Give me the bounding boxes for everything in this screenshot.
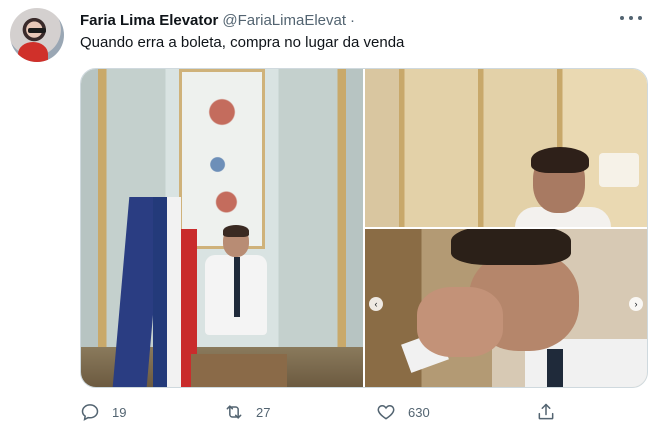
heart-icon: [377, 404, 395, 420]
wall-panel: [179, 69, 265, 249]
tweet-media-grid: ‹ ›: [80, 68, 648, 388]
france-flag-blue: [153, 197, 167, 387]
france-flag-white: [167, 197, 181, 387]
more-dot: [620, 16, 624, 20]
share-button[interactable]: [536, 402, 556, 422]
like-button[interactable]: 630: [376, 402, 430, 422]
reply-count: 19: [112, 404, 127, 420]
carousel-prev-icon[interactable]: ‹: [369, 297, 383, 311]
more-dot: [629, 16, 633, 20]
author-name[interactable]: Faria Lima Elevator: [80, 12, 218, 29]
person-hair: [531, 147, 589, 173]
avatar-shirt: [18, 42, 48, 62]
retweet-count: 27: [256, 404, 271, 420]
standing-person: [205, 225, 267, 357]
person-hair: [223, 225, 249, 237]
retweet-button[interactable]: 27: [224, 402, 270, 422]
more-dot: [638, 16, 642, 20]
more-options-icon[interactable]: [620, 8, 642, 28]
tweet-text: Quando erra a boleta, compra no lugar da…: [80, 34, 405, 51]
header-separator: ·: [350, 11, 356, 29]
author-avatar[interactable]: [10, 8, 64, 62]
retweet-icon: [226, 405, 242, 419]
reply-icon: [81, 404, 99, 421]
like-count: 630: [408, 404, 430, 420]
media-image-2[interactable]: [365, 69, 647, 227]
person-hair: [451, 229, 571, 265]
reply-button[interactable]: 19: [80, 402, 126, 422]
person-hands: [417, 287, 503, 357]
media-image-3[interactable]: ‹ ›: [365, 229, 647, 387]
author-handle[interactable]: @FariaLimaElevat: [222, 12, 346, 29]
tweet-actions: 19 27 630: [80, 402, 648, 426]
person-tie: [547, 349, 563, 387]
avatar-glasses: [28, 28, 46, 33]
media-image-1[interactable]: [81, 69, 363, 387]
desk: [191, 354, 287, 387]
tweet-header: Faria Lima Elevator @FariaLimaElevat ·: [80, 10, 642, 30]
person-tie: [234, 257, 240, 317]
share-icon: [538, 403, 554, 420]
lamp: [599, 153, 639, 187]
carousel-next-icon[interactable]: ›: [629, 297, 643, 311]
